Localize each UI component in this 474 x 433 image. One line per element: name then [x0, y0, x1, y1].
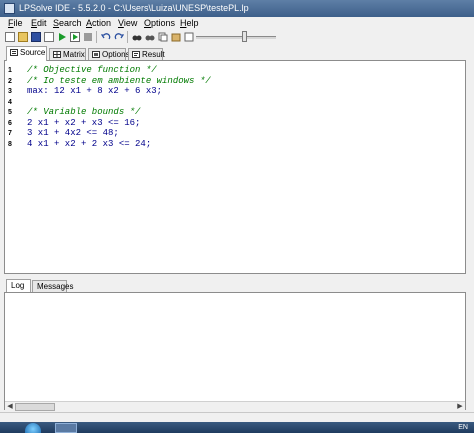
tab-log[interactable]: Log	[6, 279, 31, 292]
tab-source[interactable]: Source	[6, 46, 47, 61]
slider-thumb[interactable]	[242, 31, 247, 42]
tab-messages-label: Messages	[37, 282, 74, 291]
save-as-icon[interactable]	[44, 32, 54, 42]
menu-action[interactable]: Action	[86, 18, 111, 28]
language-indicator[interactable]: EN	[458, 422, 468, 433]
tab-options-label: Options	[102, 50, 130, 59]
new-file-icon[interactable]	[5, 32, 15, 42]
horizontal-scrollbar[interactable]: ◀ ▶	[5, 401, 465, 412]
play-icon[interactable]	[57, 32, 67, 42]
scroll-right-icon[interactable]: ▶	[455, 402, 465, 412]
matrix-icon	[53, 51, 61, 58]
app-icon	[4, 3, 15, 14]
log-panel[interactable]	[4, 292, 466, 410]
tab-matrix-label: Matrix	[63, 50, 85, 59]
menu-view[interactable]: View	[118, 18, 137, 28]
menu-edit[interactable]: Edit	[31, 18, 47, 28]
tab-result-label: Result	[142, 50, 165, 59]
menu-file[interactable]: File	[8, 18, 23, 28]
result-icon	[132, 51, 140, 58]
find-icon[interactable]	[132, 32, 142, 42]
zoom-slider[interactable]	[196, 31, 276, 43]
options-icon	[92, 51, 100, 58]
menu-bar: File Edit Search Action View Options Hel…	[0, 17, 474, 30]
output-tabs: Log Messages	[0, 279, 474, 292]
start-button[interactable]	[25, 423, 41, 433]
toolbar-separator	[96, 31, 97, 43]
undo-icon[interactable]	[101, 32, 111, 42]
taskbar-app-button[interactable]	[55, 423, 77, 433]
copy-icon[interactable]	[158, 32, 168, 42]
menu-help[interactable]: Help	[180, 18, 199, 28]
view-tabs: Source Matrix Options Result	[0, 46, 474, 61]
tab-source-label: Source	[20, 48, 46, 57]
menu-options[interactable]: Options	[144, 18, 175, 28]
window-title: LPSolve IDE - 5.5.2.0 - C:\Users\Luiza\U…	[19, 3, 249, 13]
clear-icon[interactable]	[184, 32, 194, 42]
scrollbar-thumb[interactable]	[15, 403, 55, 411]
title-bar: LPSolve IDE - 5.5.2.0 - C:\Users\Luiza\U…	[0, 0, 474, 17]
tab-result[interactable]: Result	[128, 48, 165, 60]
source-editor[interactable]: 1/* Objective function */ 2/* Io teste e…	[4, 60, 466, 274]
tab-matrix[interactable]: Matrix	[49, 48, 86, 60]
tab-messages[interactable]: Messages	[32, 280, 73, 292]
source-icon	[10, 49, 18, 56]
redo-icon[interactable]	[114, 32, 124, 42]
tab-options[interactable]: Options	[88, 48, 130, 60]
stop-icon[interactable]	[83, 32, 93, 42]
paste-icon[interactable]	[171, 32, 181, 42]
scroll-left-icon[interactable]: ◀	[5, 402, 15, 412]
open-folder-icon[interactable]	[18, 32, 28, 42]
tab-log-label: Log	[11, 281, 25, 290]
find-next-icon[interactable]	[145, 32, 155, 42]
step-icon[interactable]	[70, 32, 80, 42]
save-icon[interactable]	[31, 32, 41, 42]
slider-track	[196, 36, 276, 39]
toolbar-separator	[127, 31, 128, 43]
menu-search[interactable]: Search	[53, 18, 82, 28]
